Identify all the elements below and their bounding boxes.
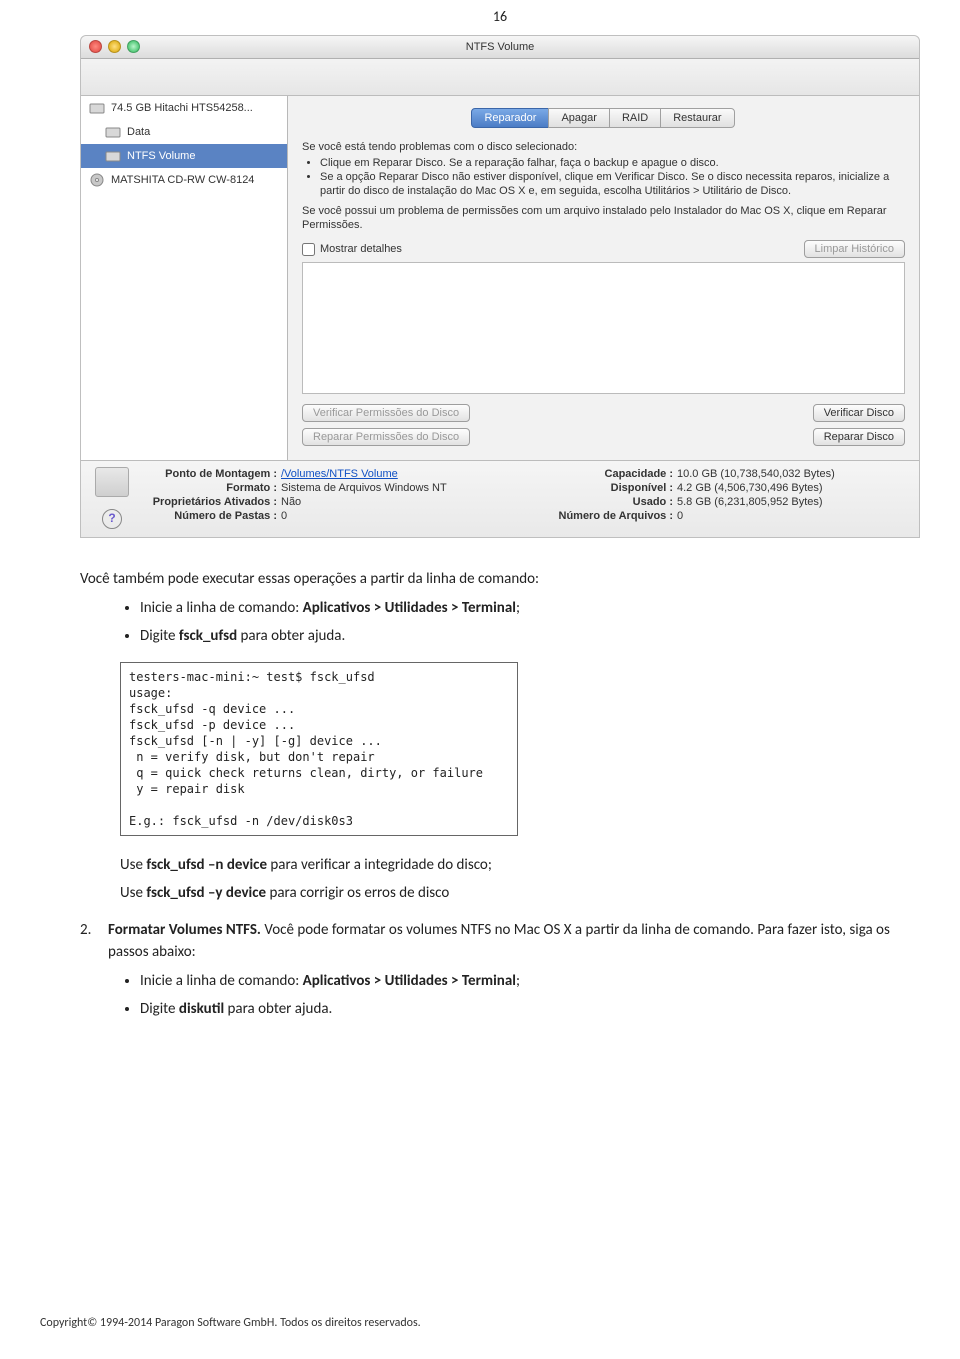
info-label: Disponível : [533, 481, 677, 495]
text: para obter ajuda. [224, 1000, 332, 1018]
text: para obter ajuda. [237, 627, 345, 645]
zoom-icon[interactable] [127, 40, 140, 53]
checkbox-icon[interactable] [302, 243, 315, 256]
paragraph: Use fsck_ufsd –y device para corrigir os… [120, 882, 920, 905]
info-row: Capacidade :10.0 GB (10,738,540,032 Byte… [533, 467, 909, 481]
info-value: 0 [677, 509, 683, 523]
repair-permissions-button[interactable]: Reparar Permissões do Disco [302, 428, 470, 446]
intro-bullet: Se a opção Reparar Disco não estiver dis… [320, 170, 905, 198]
info-label: Formato : [137, 481, 281, 495]
info-label: Número de Pastas : [137, 509, 281, 523]
bold: diskutil [179, 1000, 224, 1018]
paragraph: Formatar Volumes NTFS. Você pode formata… [108, 919, 920, 964]
info-value: 0 [281, 509, 287, 523]
text: Digite [140, 627, 179, 645]
show-details-label: Mostrar detalhes [320, 243, 402, 255]
list-item: Inicie a linha de comando: Aplicativos >… [140, 597, 920, 620]
info-value[interactable]: /Volumes/NTFS Volume [281, 467, 398, 481]
page-number: 16 [80, 0, 920, 35]
list-item: Inicie a linha de comando: Aplicativos >… [140, 970, 920, 993]
text: para verificar a integridade do disco; [267, 856, 492, 874]
info-bar: ? Ponto de Montagem :/Volumes/NTFS Volum… [81, 460, 919, 537]
paragraph: Use fsck_ufsd –n device para verificar a… [120, 854, 920, 877]
info-value: Não [281, 495, 301, 509]
bold: Formatar Volumes NTFS. [108, 921, 261, 939]
sidebar-item-label: 74.5 GB Hitachi HTS54258... [111, 102, 253, 114]
tab-bar: ReparadorApagarRAIDRestaurar [302, 108, 905, 128]
sidebar-item-label: NTFS Volume [127, 150, 195, 162]
info-row: Formato :Sistema de Arquivos Windows NT [137, 481, 513, 495]
info-label: Número de Arquivos : [533, 509, 677, 523]
sidebar-item[interactable]: NTFS Volume [81, 144, 287, 168]
info-row: Proprietários Ativados :Não [137, 495, 513, 509]
window-titlebar: NTFS Volume [81, 36, 919, 59]
info-row: Número de Arquivos :0 [533, 509, 909, 523]
info-row: Ponto de Montagem :/Volumes/NTFS Volume [137, 467, 513, 481]
info-value: 10.0 GB (10,738,540,032 Bytes) [677, 467, 835, 481]
cd-icon [89, 173, 105, 187]
volume-icon [105, 125, 121, 139]
sidebar-item[interactable]: 74.5 GB Hitachi HTS54258... [81, 96, 287, 120]
window-title: NTFS Volume [466, 41, 534, 53]
intro-bullet: Clique em Reparar Disco. Se a reparação … [320, 156, 905, 170]
text: Inicie a linha de comando: [140, 599, 303, 617]
clear-history-button[interactable]: Limpar Histórico [804, 240, 905, 258]
text: para corrigir os erros de disco [266, 884, 449, 902]
info-value: 5.8 GB (6,231,805,952 Bytes) [677, 495, 823, 509]
info-label: Ponto de Montagem : [137, 467, 281, 481]
volume-icon [105, 149, 121, 163]
bold: fsck_ufsd –y device [146, 884, 266, 902]
text: Digite [140, 1000, 179, 1018]
info-label: Proprietários Ativados : [137, 495, 281, 509]
sidebar-item-label: MATSHITA CD-RW CW-8124 [111, 174, 254, 186]
document-body: Você também pode executar essas operaçõe… [80, 568, 920, 1021]
drive-icon [95, 467, 129, 497]
disk-icon [89, 101, 105, 115]
sidebar-item-label: Data [127, 126, 150, 138]
disk-utility-window: NTFS Volume 74.5 GB Hitachi HTS54258... D… [80, 35, 920, 538]
terminal-output: testers-mac-mini:~ test$ fsck_ufsd usage… [120, 662, 518, 836]
tab-reparador[interactable]: Reparador [471, 108, 549, 128]
show-details-checkbox[interactable]: Mostrar detalhes [302, 243, 402, 256]
info-row: Usado :5.8 GB (6,231,805,952 Bytes) [533, 495, 909, 509]
verify-permissions-button[interactable]: Verificar Permissões do Disco [302, 404, 470, 422]
info-row: Número de Pastas :0 [137, 509, 513, 523]
intro-text: Se você está tendo problemas com o disco… [302, 140, 905, 198]
tab-restaurar[interactable]: Restaurar [660, 108, 734, 128]
info-value: Sistema de Arquivos Windows NT [281, 481, 447, 495]
info-label: Capacidade : [533, 467, 677, 481]
close-icon[interactable] [89, 40, 102, 53]
sidebar-item[interactable]: Data [81, 120, 287, 144]
text: ; [516, 599, 520, 617]
sidebar: 74.5 GB Hitachi HTS54258... Data NTFS Volu… [81, 96, 288, 460]
text: Inicie a linha de comando: [140, 972, 303, 990]
paragraph: Você também pode executar essas operaçõe… [80, 568, 920, 591]
log-area [302, 262, 905, 394]
list-number: 2. [80, 919, 108, 964]
info-value: 4.2 GB (4,506,730,496 Bytes) [677, 481, 823, 495]
copyright: Copyright© 1994-2014 Paragon Software Gm… [40, 1316, 421, 1330]
minimize-icon[interactable] [108, 40, 121, 53]
text: Use [120, 884, 146, 902]
verify-disk-button[interactable]: Verificar Disco [813, 404, 905, 422]
intro-lead: Se você está tendo problemas com o disco… [302, 140, 905, 154]
bold: Aplicativos > Utilidades > Terminal [303, 599, 516, 617]
bold: Aplicativos > Utilidades > Terminal [303, 972, 516, 990]
list-item: Digite fsck_ufsd para obter ajuda. [140, 625, 920, 648]
info-row: Disponível :4.2 GB (4,506,730,496 Bytes) [533, 481, 909, 495]
sidebar-item[interactable]: MATSHITA CD-RW CW-8124 [81, 168, 287, 192]
repair-disk-button[interactable]: Reparar Disco [813, 428, 905, 446]
tab-raid[interactable]: RAID [609, 108, 661, 128]
intro-second: Se você possui um problema de permissões… [302, 204, 905, 232]
tab-apagar[interactable]: Apagar [548, 108, 609, 128]
toolbar [81, 59, 919, 96]
help-icon[interactable]: ? [102, 509, 122, 529]
text: ; [516, 972, 520, 990]
list-item: Digite diskutil para obter ajuda. [140, 998, 920, 1021]
text: Use [120, 856, 146, 874]
info-label: Usado : [533, 495, 677, 509]
bold: fsck_ufsd [179, 627, 237, 645]
bold: fsck_ufsd –n device [146, 856, 267, 874]
